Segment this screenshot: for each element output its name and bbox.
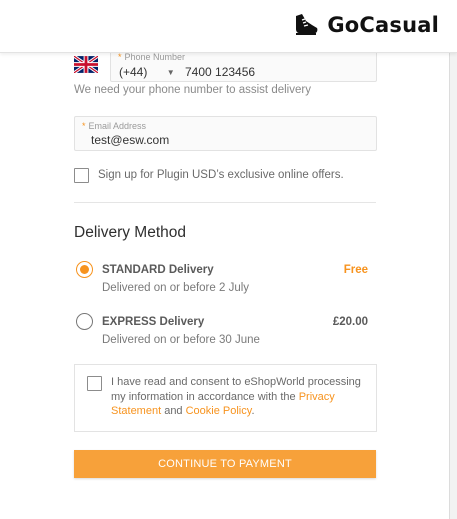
express-delivery-eta: Delivered on or before 30 June <box>102 334 260 346</box>
divider <box>74 202 376 203</box>
email-input[interactable]: test@esw.com <box>91 133 169 147</box>
signup-label: Sign up for Plugin USD’s exclusive onlin… <box>98 169 344 181</box>
express-delivery-price: £20.00 <box>332 316 368 328</box>
sneaker-icon <box>293 12 319 38</box>
cookie-policy-link[interactable]: Cookie Policy <box>186 405 252 417</box>
phone-number-input[interactable]: 7400 123456 <box>185 65 255 79</box>
consent-box: I have read and consent to eShopWorld pr… <box>74 364 377 432</box>
continue-to-payment-button[interactable]: CONTINUE TO PAYMENT <box>74 450 376 478</box>
checkout-form-card: * Phone Number (+44) ▼ 7400 123456 We nee… <box>0 0 450 519</box>
brand-logo[interactable]: GoCasual <box>293 12 439 38</box>
standard-delivery-radio[interactable] <box>76 261 93 278</box>
email-field[interactable]: * Email Address test@esw.com <box>74 116 377 151</box>
consent-text: I have read and consent to eShopWorld pr… <box>111 376 361 417</box>
standard-delivery-name: STANDARD Delivery <box>102 264 214 276</box>
delivery-method-title: Delivery Method <box>74 224 186 241</box>
email-field-label: * Email Address <box>82 121 147 131</box>
chevron-down-icon: ▼ <box>166 68 175 77</box>
brand-name: GoCasual <box>327 13 439 37</box>
uk-flag-icon[interactable] <box>73 54 99 75</box>
phone-helper-text: We need your phone number to assist deli… <box>74 84 311 96</box>
standard-delivery-eta: Delivered on or before 2 July <box>102 282 250 294</box>
consent-checkbox[interactable] <box>87 376 102 391</box>
country-code-select[interactable]: (+44) ▼ <box>119 65 175 79</box>
phone-field-label: * Phone Number <box>118 52 186 62</box>
signup-checkbox[interactable] <box>74 168 89 183</box>
standard-delivery-price: Free <box>343 264 368 276</box>
express-delivery-radio[interactable] <box>76 313 93 330</box>
header-bar: GoCasual <box>0 0 457 53</box>
express-delivery-name: EXPRESS Delivery <box>102 316 205 328</box>
